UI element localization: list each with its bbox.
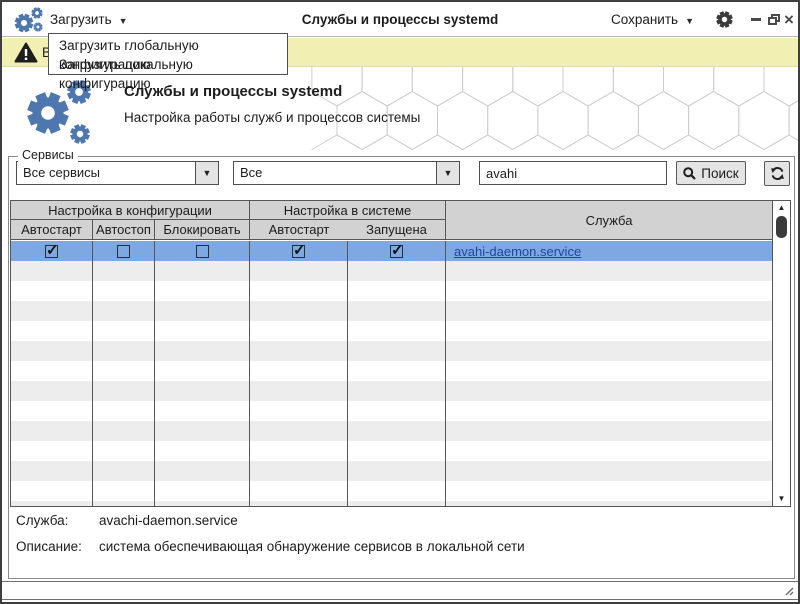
column-header-block[interactable]: Блокировать xyxy=(155,220,250,240)
module-title: Службы и процессы systemd xyxy=(124,83,342,100)
detail-service-value: avachi-daemon.service xyxy=(99,513,238,528)
close-icon: × xyxy=(784,10,794,30)
resize-grip-icon[interactable] xyxy=(782,584,794,596)
table-row-empty xyxy=(11,441,772,461)
vertical-scrollbar[interactable]: ▲ ▼ xyxy=(772,201,790,506)
save-menu-label: Сохранить xyxy=(611,12,678,27)
table-header: Настройка в конфигурации Настройка в сис… xyxy=(11,201,772,240)
table-body: avahi-daemon.service xyxy=(11,241,772,507)
menu-item-load-local[interactable]: Загрузить локальную конфигурацию xyxy=(49,55,287,74)
service-filter-value: Все сервисы xyxy=(17,162,195,184)
status-bar xyxy=(2,581,798,600)
table-row-empty xyxy=(11,421,772,441)
scrollbar-thumb[interactable] xyxy=(776,216,787,238)
refresh-icon xyxy=(770,166,785,181)
load-dropdown-menu: Загрузить глобальную конфигурацию Загруз… xyxy=(48,33,288,75)
minimize-button[interactable] xyxy=(751,2,765,37)
service-details: Служба: avachi-daemon.service Описание: … xyxy=(16,513,716,565)
maximize-button[interactable] xyxy=(768,2,782,37)
group-header-system[interactable]: Настройка в системе xyxy=(250,201,446,220)
chevron-down-icon[interactable]: ▼ xyxy=(436,162,459,184)
app-gears-icon xyxy=(12,5,46,35)
window-title: Службы и процессы systemd xyxy=(152,2,648,37)
close-button[interactable]: × xyxy=(784,2,800,37)
load-menu-label: Загрузить xyxy=(50,12,112,27)
checkbox-checked[interactable] xyxy=(45,245,58,258)
search-button-label: Поиск xyxy=(701,166,738,181)
table-row-empty xyxy=(11,401,772,421)
module-subtitle: Настройка работы служб и процессов систе… xyxy=(124,110,420,125)
column-header-service[interactable]: Служба xyxy=(446,201,772,240)
services-legend: Сервисы xyxy=(18,148,78,162)
table-row-empty xyxy=(11,301,772,321)
table-row-empty xyxy=(11,321,772,341)
warning-icon xyxy=(14,42,38,63)
load-menu-button[interactable]: Загрузить ▼ xyxy=(50,2,128,37)
scroll-up-icon[interactable]: ▲ xyxy=(773,201,790,215)
scroll-down-icon[interactable]: ▼ xyxy=(773,492,790,506)
chevron-down-icon: ▼ xyxy=(685,14,694,26)
chevron-down-icon: ▼ xyxy=(119,14,128,26)
table-row-empty xyxy=(11,381,772,401)
group-header-config[interactable]: Настройка в конфигурации xyxy=(11,201,250,220)
detail-description-label: Описание: xyxy=(16,539,99,554)
table-row-empty xyxy=(11,281,772,301)
refresh-button[interactable] xyxy=(764,161,790,186)
menu-item-load-global[interactable]: Загрузить глобальную конфигурацию xyxy=(49,36,287,55)
column-header-autostart-config[interactable]: Автостарт xyxy=(11,220,93,240)
detail-service-label: Служба: xyxy=(16,513,99,528)
checkbox-checked[interactable] xyxy=(292,245,305,258)
table-row-empty xyxy=(11,461,772,481)
state-filter-value: Все xyxy=(234,162,436,184)
table-row[interactable]: avahi-daemon.service xyxy=(11,241,772,261)
table-row-empty xyxy=(11,261,772,281)
settings-gear-icon[interactable] xyxy=(715,10,734,29)
save-menu-button[interactable]: Сохранить ▼ xyxy=(611,2,694,37)
table-row-empty xyxy=(11,361,772,381)
title-bar: Загрузить ▼ Службы и процессы systemd Со… xyxy=(2,2,798,37)
minimize-icon xyxy=(751,18,761,21)
column-header-running[interactable]: Запущена xyxy=(348,220,446,240)
services-table: Настройка в конфигурации Настройка в сис… xyxy=(10,200,791,507)
checkbox-unchecked[interactable] xyxy=(117,245,130,258)
table-row-empty xyxy=(11,481,772,501)
chevron-down-icon[interactable]: ▼ xyxy=(195,162,218,184)
state-filter-select[interactable]: Все ▼ xyxy=(233,161,460,185)
service-filter-select[interactable]: Все сервисы ▼ xyxy=(16,161,219,185)
table-row-empty xyxy=(11,341,772,361)
column-header-autostart-system[interactable]: Автостарт xyxy=(250,220,348,240)
search-icon xyxy=(683,167,696,180)
checkbox-checked[interactable] xyxy=(390,245,403,258)
table-row-empty xyxy=(11,501,772,507)
column-header-autostop[interactable]: Автостоп xyxy=(93,220,155,240)
detail-description-value: система обеспечивающая обнаружение серви… xyxy=(99,539,525,554)
search-input[interactable] xyxy=(479,161,667,185)
service-link[interactable]: avahi-daemon.service xyxy=(454,244,581,259)
app-window: Загрузить ▼ Службы и процессы systemd Со… xyxy=(0,0,800,604)
search-button[interactable]: Поиск xyxy=(676,161,746,185)
checkbox-unchecked[interactable] xyxy=(196,245,209,258)
